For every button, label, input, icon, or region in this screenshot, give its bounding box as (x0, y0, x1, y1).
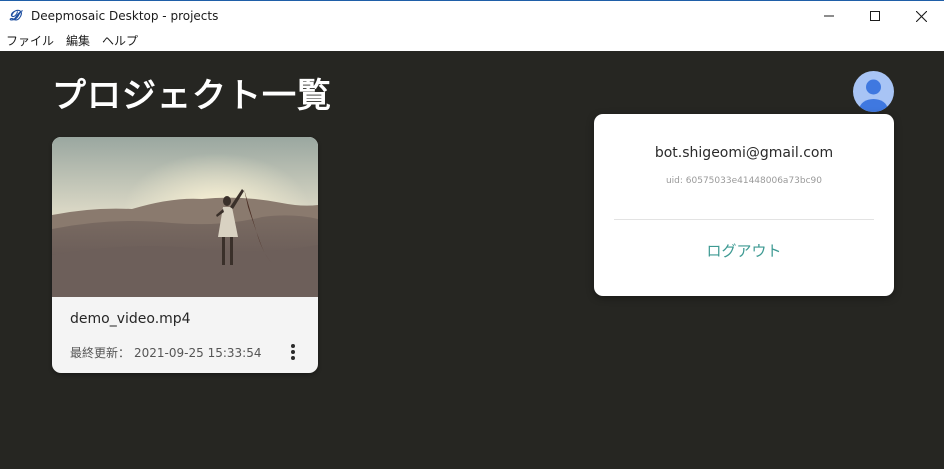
logout-button[interactable]: ログアウト (594, 240, 894, 261)
window-title-bar: 𝓓 Deepmosaic Desktop - projects (0, 0, 944, 31)
menu-file[interactable]: ファイル (6, 31, 54, 51)
divider (614, 219, 874, 220)
project-name: demo_video.mp4 (70, 311, 191, 327)
maximize-icon (870, 11, 880, 21)
maximize-button[interactable] (852, 1, 898, 31)
account-popup: bot.shigeomi@gmail.com uid: 60575033e414… (594, 114, 894, 296)
window-controls (806, 1, 944, 31)
more-options-icon[interactable] (286, 342, 300, 362)
menu-edit[interactable]: 編集 (66, 31, 90, 51)
close-icon (915, 10, 927, 22)
window-title: Deepmosaic Desktop - projects (31, 9, 219, 23)
updated-value: 2021-09-25 15:33:54 (134, 346, 262, 360)
app-logo-icon: 𝓓 (9, 8, 20, 24)
close-button[interactable] (898, 1, 944, 31)
updated-label: 最終更新： (70, 346, 131, 360)
account-email: bot.shigeomi@gmail.com (654, 145, 834, 161)
user-avatar-icon[interactable] (853, 71, 894, 112)
menu-bar: ファイル 編集 ヘルプ (0, 31, 944, 51)
account-uid: uid: 60575033e41448006a73bc90 (665, 176, 823, 186)
page-title: プロジェクト一覧 (52, 76, 332, 116)
project-thumbnail (52, 137, 318, 297)
minimize-icon (824, 15, 834, 17)
project-updated: 最終更新： 2021-09-25 15:33:54 (70, 344, 265, 361)
menu-help[interactable]: ヘルプ (102, 31, 138, 51)
person-icon (859, 79, 888, 112)
project-card[interactable]: demo_video.mp4 最終更新： 2021-09-25 15:33:54 (52, 137, 318, 373)
minimize-button[interactable] (806, 1, 852, 31)
